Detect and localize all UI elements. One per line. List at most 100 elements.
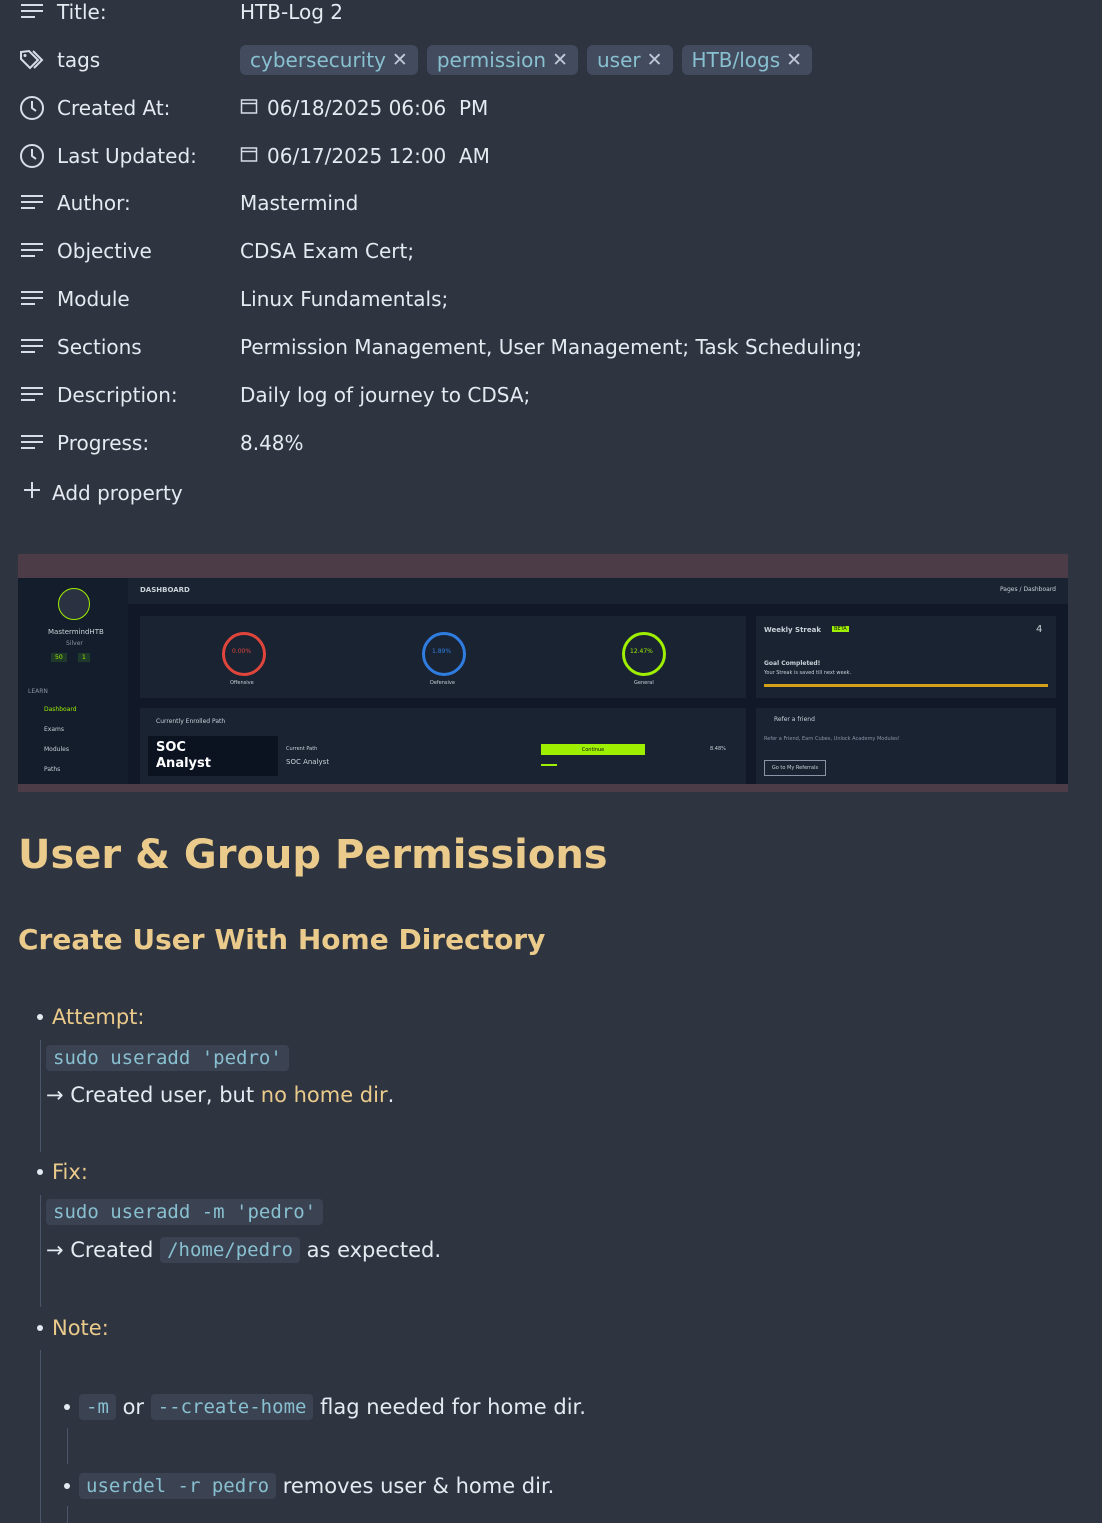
date-value[interactable]: 06/18/2025 06:06 PM [240, 96, 488, 120]
property-key: Last Updated: [57, 144, 197, 168]
enrolled-title: Currently Enrolled Path [156, 718, 226, 725]
note1-or: or [115, 1395, 151, 1419]
attempt-bullet: Attempt: [37, 1005, 144, 1029]
current-path-label: Current Path [286, 746, 318, 752]
indent-guide [40, 1350, 41, 1523]
dashboard-header: DASHBOARD [140, 586, 190, 594]
tag-label: HTB/logs [691, 48, 781, 72]
nav-exams[interactable]: Exams [44, 726, 64, 733]
fix-label: Fix: [52, 1160, 88, 1184]
plus-icon [22, 480, 42, 505]
tags-icon [19, 47, 45, 73]
property-updated[interactable]: Last Updated: 06/17/2025 12:00 AM [0, 136, 1102, 176]
enrolled-panel: Currently Enrolled Path SOC Analyst Curr… [140, 708, 746, 784]
property-value[interactable]: 8.48% [240, 431, 304, 455]
property-progress[interactable]: Progress: 8.48% [0, 423, 1102, 463]
attempt-result-highlight: no home dir [260, 1083, 388, 1107]
lines-icon [19, 190, 45, 216]
property-value[interactable]: Permission Management, User Management; … [240, 335, 862, 359]
bullet-dot [37, 1014, 43, 1020]
tag-chip[interactable]: cybersecurity ✕ [240, 45, 418, 75]
property-description[interactable]: Description: Daily log of journey to CDS… [0, 375, 1102, 415]
section-heading: Create User With Home Directory [18, 923, 546, 956]
nav-modules[interactable]: Modules [44, 746, 69, 753]
page-heading: User & Group Permissions [18, 832, 608, 878]
continue-button[interactable]: Continue [541, 744, 645, 755]
tag-chip[interactable]: permission ✕ [426, 45, 578, 75]
note-bullet: Note: [37, 1316, 109, 1340]
property-value[interactable]: Daily log of journey to CDSA; [240, 383, 530, 407]
note1-code-a: -m [79, 1394, 116, 1420]
add-property-button[interactable]: Add property [22, 480, 183, 505]
path-card-line2: Analyst [156, 756, 211, 771]
streak-panel: Weekly Streak BETA 4 Goal Completed! You… [756, 616, 1056, 698]
tag-label: permission [436, 48, 547, 72]
note-label: Note: [52, 1316, 109, 1340]
lines-icon [19, 430, 45, 456]
continue-label: Continue [581, 746, 605, 753]
stat-b: 1 [78, 653, 90, 662]
fix-result: → Created /home/pedro as expected. [46, 1237, 441, 1263]
property-tags[interactable]: tags cybersecurity ✕ permission ✕ user ✕ HT… [0, 40, 1102, 80]
referrals-button[interactable]: Go to My Referrals [764, 760, 826, 776]
streak-count: 4 [1036, 624, 1043, 635]
gauges-panel: 0.00% Offensive 1.89% Defensive 12.47% G… [140, 616, 746, 698]
nav-paths[interactable]: Paths [44, 766, 60, 773]
property-title[interactable]: Title: HTB-Log 2 [0, 0, 1102, 32]
nav-dashboard[interactable]: Dashboard [44, 706, 77, 713]
attempt-result-b: . [387, 1083, 395, 1107]
property-created[interactable]: Created At: 06/18/2025 06:06 PM [0, 88, 1102, 128]
dashboard: MastermindHTB Silver 50 1 LEARN Dashboar… [18, 578, 1068, 784]
dashboard-sidebar: MastermindHTB Silver 50 1 LEARN Dashboar… [18, 578, 128, 784]
property-author[interactable]: Author: Mastermind [0, 183, 1102, 223]
property-key: Progress: [57, 431, 150, 455]
lines-icon [19, 334, 45, 360]
property-sections[interactable]: Sections Permission Management, User Man… [0, 327, 1102, 367]
date-text: 06/18/2025 06:06 PM [267, 96, 489, 120]
close-icon[interactable]: ✕ [552, 49, 568, 71]
attempt-result-a: → Created user, but [46, 1083, 261, 1107]
bullet-dot [64, 1404, 70, 1410]
close-icon[interactable]: ✕ [392, 49, 408, 71]
tag-list: cybersecurity ✕ permission ✕ user ✕ HTB/log… [240, 45, 813, 75]
gauge-label: Offensive [230, 680, 254, 686]
fix-code-line: sudo useradd -m 'pedro' [46, 1199, 324, 1225]
avatar [58, 588, 90, 620]
fix-result-a: → Created [46, 1238, 161, 1262]
property-module[interactable]: Module Linux Fundamentals; [0, 279, 1102, 319]
streak-badge: BETA [832, 626, 849, 632]
close-icon[interactable]: ✕ [786, 49, 802, 71]
date-text: 06/17/2025 12:00 AM [267, 144, 490, 168]
stat-a: 50 [51, 653, 67, 662]
path-progress: 8.48% [710, 746, 726, 752]
embedded-screenshot: MastermindHTB Silver 50 1 LEARN Dashboar… [18, 554, 1068, 792]
username: MastermindHTB [48, 628, 104, 636]
property-key: Description: [57, 383, 178, 407]
refer-text: Refer a Friend, Earn Cubes, Unlock Acade… [764, 736, 900, 742]
fix-bullet: Fix: [37, 1160, 88, 1184]
dashboard-topbar: DASHBOARD Pages / Dashboard [128, 578, 1068, 604]
calendar-icon [240, 144, 258, 168]
property-value[interactable]: HTB-Log 2 [240, 0, 343, 24]
property-value[interactable]: CDSA Exam Cert; [240, 239, 414, 263]
tag-chip[interactable]: user ✕ [586, 45, 673, 75]
bullet-dot [37, 1169, 43, 1175]
tag-chip[interactable]: HTB/logs ✕ [681, 45, 813, 75]
note-item: userdel -r pedro removes user & home dir… [64, 1473, 554, 1499]
path-card-line1: SOC [156, 740, 186, 755]
close-icon[interactable]: ✕ [647, 49, 663, 71]
property-value[interactable]: Linux Fundamentals; [240, 287, 448, 311]
learn-label: LEARN [28, 688, 48, 695]
current-path: SOC Analyst [286, 758, 330, 766]
lines-icon [19, 382, 45, 408]
property-value[interactable]: Mastermind [240, 191, 358, 215]
bullet-dot [64, 1483, 70, 1489]
gauge-label: Defensive [430, 680, 455, 686]
property-objective[interactable]: Objective CDSA Exam Cert; [0, 231, 1102, 271]
path-progress-bar [541, 764, 557, 766]
lines-icon [19, 0, 45, 25]
date-value[interactable]: 06/17/2025 12:00 AM [240, 144, 490, 168]
bullet-dot [37, 1325, 43, 1331]
refer-panel: Refer a friend Refer a Friend, Earn Cube… [756, 708, 1056, 784]
note2-text: removes user & home dir. [276, 1474, 555, 1498]
